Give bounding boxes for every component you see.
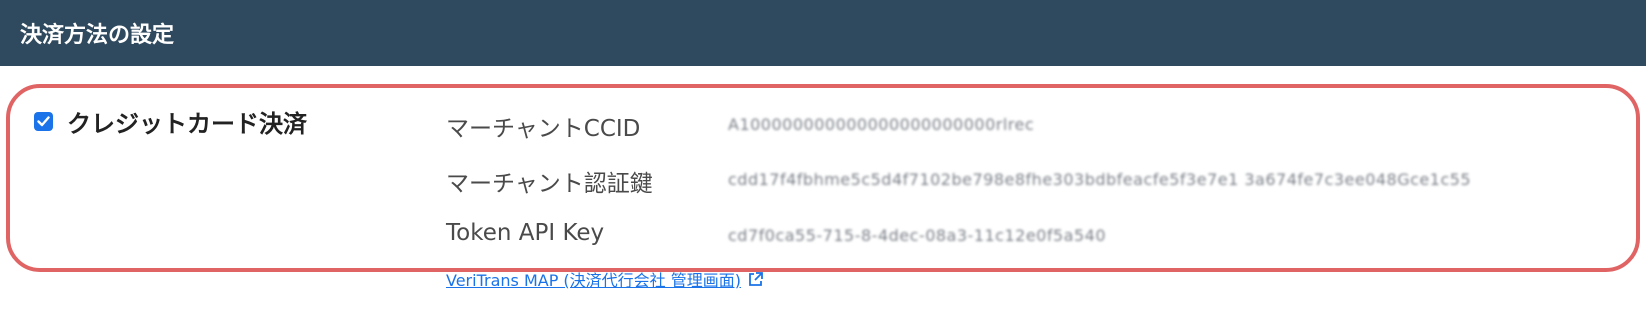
section-title: 決済方法の設定 xyxy=(20,23,175,48)
veritrans-map-link-label: VeriTrans MAP (決済代行会社 管理画面) xyxy=(446,271,741,290)
check-icon xyxy=(37,116,50,127)
merchant-ccid-label: マーチャントCCID xyxy=(446,116,641,142)
merchant-ccid-value: A100000000000000000000000rlrec xyxy=(728,115,1035,134)
section-header: 決済方法の設定 xyxy=(0,0,1646,66)
external-link-icon xyxy=(747,271,764,288)
veritrans-map-link[interactable]: VeriTrans MAP (決済代行会社 管理画面) xyxy=(446,267,764,291)
credit-card-payment-option[interactable]: クレジットカード決済 xyxy=(34,104,307,139)
merchant-auth-key-label: マーチャント認証鍵 xyxy=(446,171,653,197)
credit-card-checkbox[interactable] xyxy=(34,112,53,131)
token-api-key-value: cd7f0ca55-715-8-4dec-08a3-11c12e0f5a540 xyxy=(728,226,1107,245)
token-api-key-label: Token API Key xyxy=(446,220,605,246)
merchant-auth-key-value: cdd17f4fbhme5c5d4f7102be798e8fhe303bdbfe… xyxy=(728,170,1472,189)
credit-card-label: クレジットカード決済 xyxy=(67,110,307,138)
